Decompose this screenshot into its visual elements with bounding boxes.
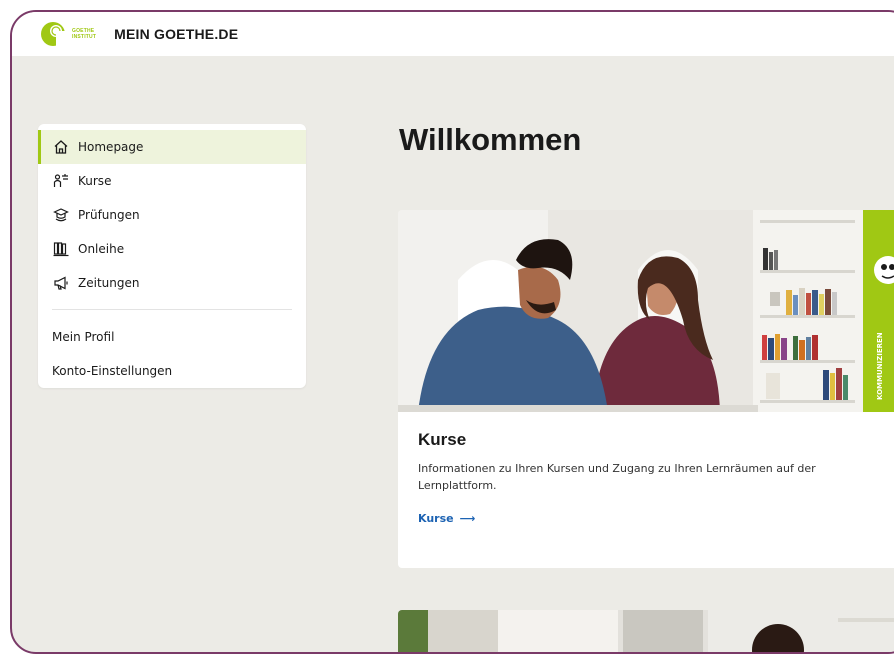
library-icon [52,240,70,258]
next-card-image[interactable] [398,610,894,652]
kurse-card-body: Kurse Informationen zu Ihren Kursen und … [418,430,878,526]
brand-title[interactable]: MEIN GOETHE.DE [114,26,238,42]
course-icon [52,172,70,190]
sidebar-item-label: Onleihe [78,242,125,256]
kurse-link[interactable]: Kurse ⟶ [418,512,475,525]
kurse-card[interactable]: KOMMUNIZIEREN Kurse Informationen zu Ihr… [398,210,894,568]
sidebar-link-mein-profil[interactable]: Mein Profil [38,320,306,354]
sidebar-item-homepage[interactable]: Homepage [38,130,306,164]
home-icon [52,138,70,156]
sidebar-item-kurse[interactable]: Kurse [38,164,306,198]
kurse-link-label: Kurse [418,512,454,525]
goethe-logo-icon [40,20,68,48]
sidebar-item-label: Homepage [78,140,144,154]
goethe-logo[interactable]: GOETHE INSTITUT [40,20,96,48]
sidebar-item-label: Prüfungen [78,208,140,222]
arrow-right-icon: ⟶ [459,512,476,525]
top-bar: GOETHE INSTITUT MEIN GOETHE.DE [12,12,894,56]
kurse-card-image: KOMMUNIZIEREN [398,210,894,412]
card-title: Kurse [418,430,467,449]
page-title: Willkommen [399,122,582,157]
sidebar-nav: Homepage Kurse Prüfungen Onleihe Zeitung… [38,124,306,388]
sidebar-item-zeitungen[interactable]: Zeitungen [38,266,306,300]
app-window: GOETHE INSTITUT MEIN GOETHE.DE Homepage [10,10,894,654]
sidebar-divider [52,309,292,310]
logo-text: GOETHE INSTITUT [72,28,97,40]
megaphone-icon [52,274,70,292]
sidebar-link-konto-einstellungen[interactable]: Konto-Einstellungen [38,354,306,388]
image-side-text: KOMMUNIZIEREN [876,332,884,400]
sidebar-item-label: Zeitungen [78,276,140,290]
sidebar-item-onleihe[interactable]: Onleihe [38,232,306,266]
sidebar-item-label: Kurse [78,174,112,188]
sidebar-item-pruefungen[interactable]: Prüfungen [38,198,306,232]
exam-icon [52,206,70,224]
card-description: Informationen zu Ihren Kursen und Zugang… [418,462,816,492]
